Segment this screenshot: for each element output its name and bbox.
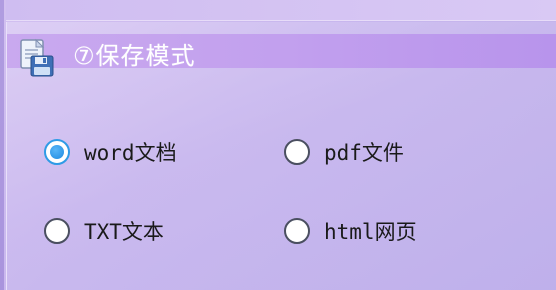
radio-label-txt: TXT文本: [84, 220, 164, 244]
left-border: [0, 0, 4, 290]
radio-button-selected[interactable]: [44, 139, 70, 165]
radio-option-html[interactable]: html网页: [284, 216, 417, 246]
radio-option-word[interactable]: word文档: [44, 137, 177, 167]
radio-option-txt[interactable]: TXT文本: [44, 216, 164, 246]
previous-panel-edge: [6, 0, 556, 21]
radio-button[interactable]: [284, 218, 310, 244]
radio-button[interactable]: [44, 218, 70, 244]
panel-title: ⑦保存模式: [73, 42, 196, 70]
radio-label-pdf: pdf文件: [324, 141, 404, 165]
panel-header: ⑦保存模式: [7, 34, 556, 77]
radio-option-pdf[interactable]: pdf文件: [284, 137, 404, 167]
save-mode-panel: ⑦保存模式 word文档 pdf文件 TXT文本 html网页: [6, 22, 556, 290]
save-document-icon: [19, 38, 57, 78]
radio-label-html: html网页: [324, 220, 417, 244]
radio-label-word: word文档: [84, 141, 177, 165]
radio-button[interactable]: [284, 139, 310, 165]
